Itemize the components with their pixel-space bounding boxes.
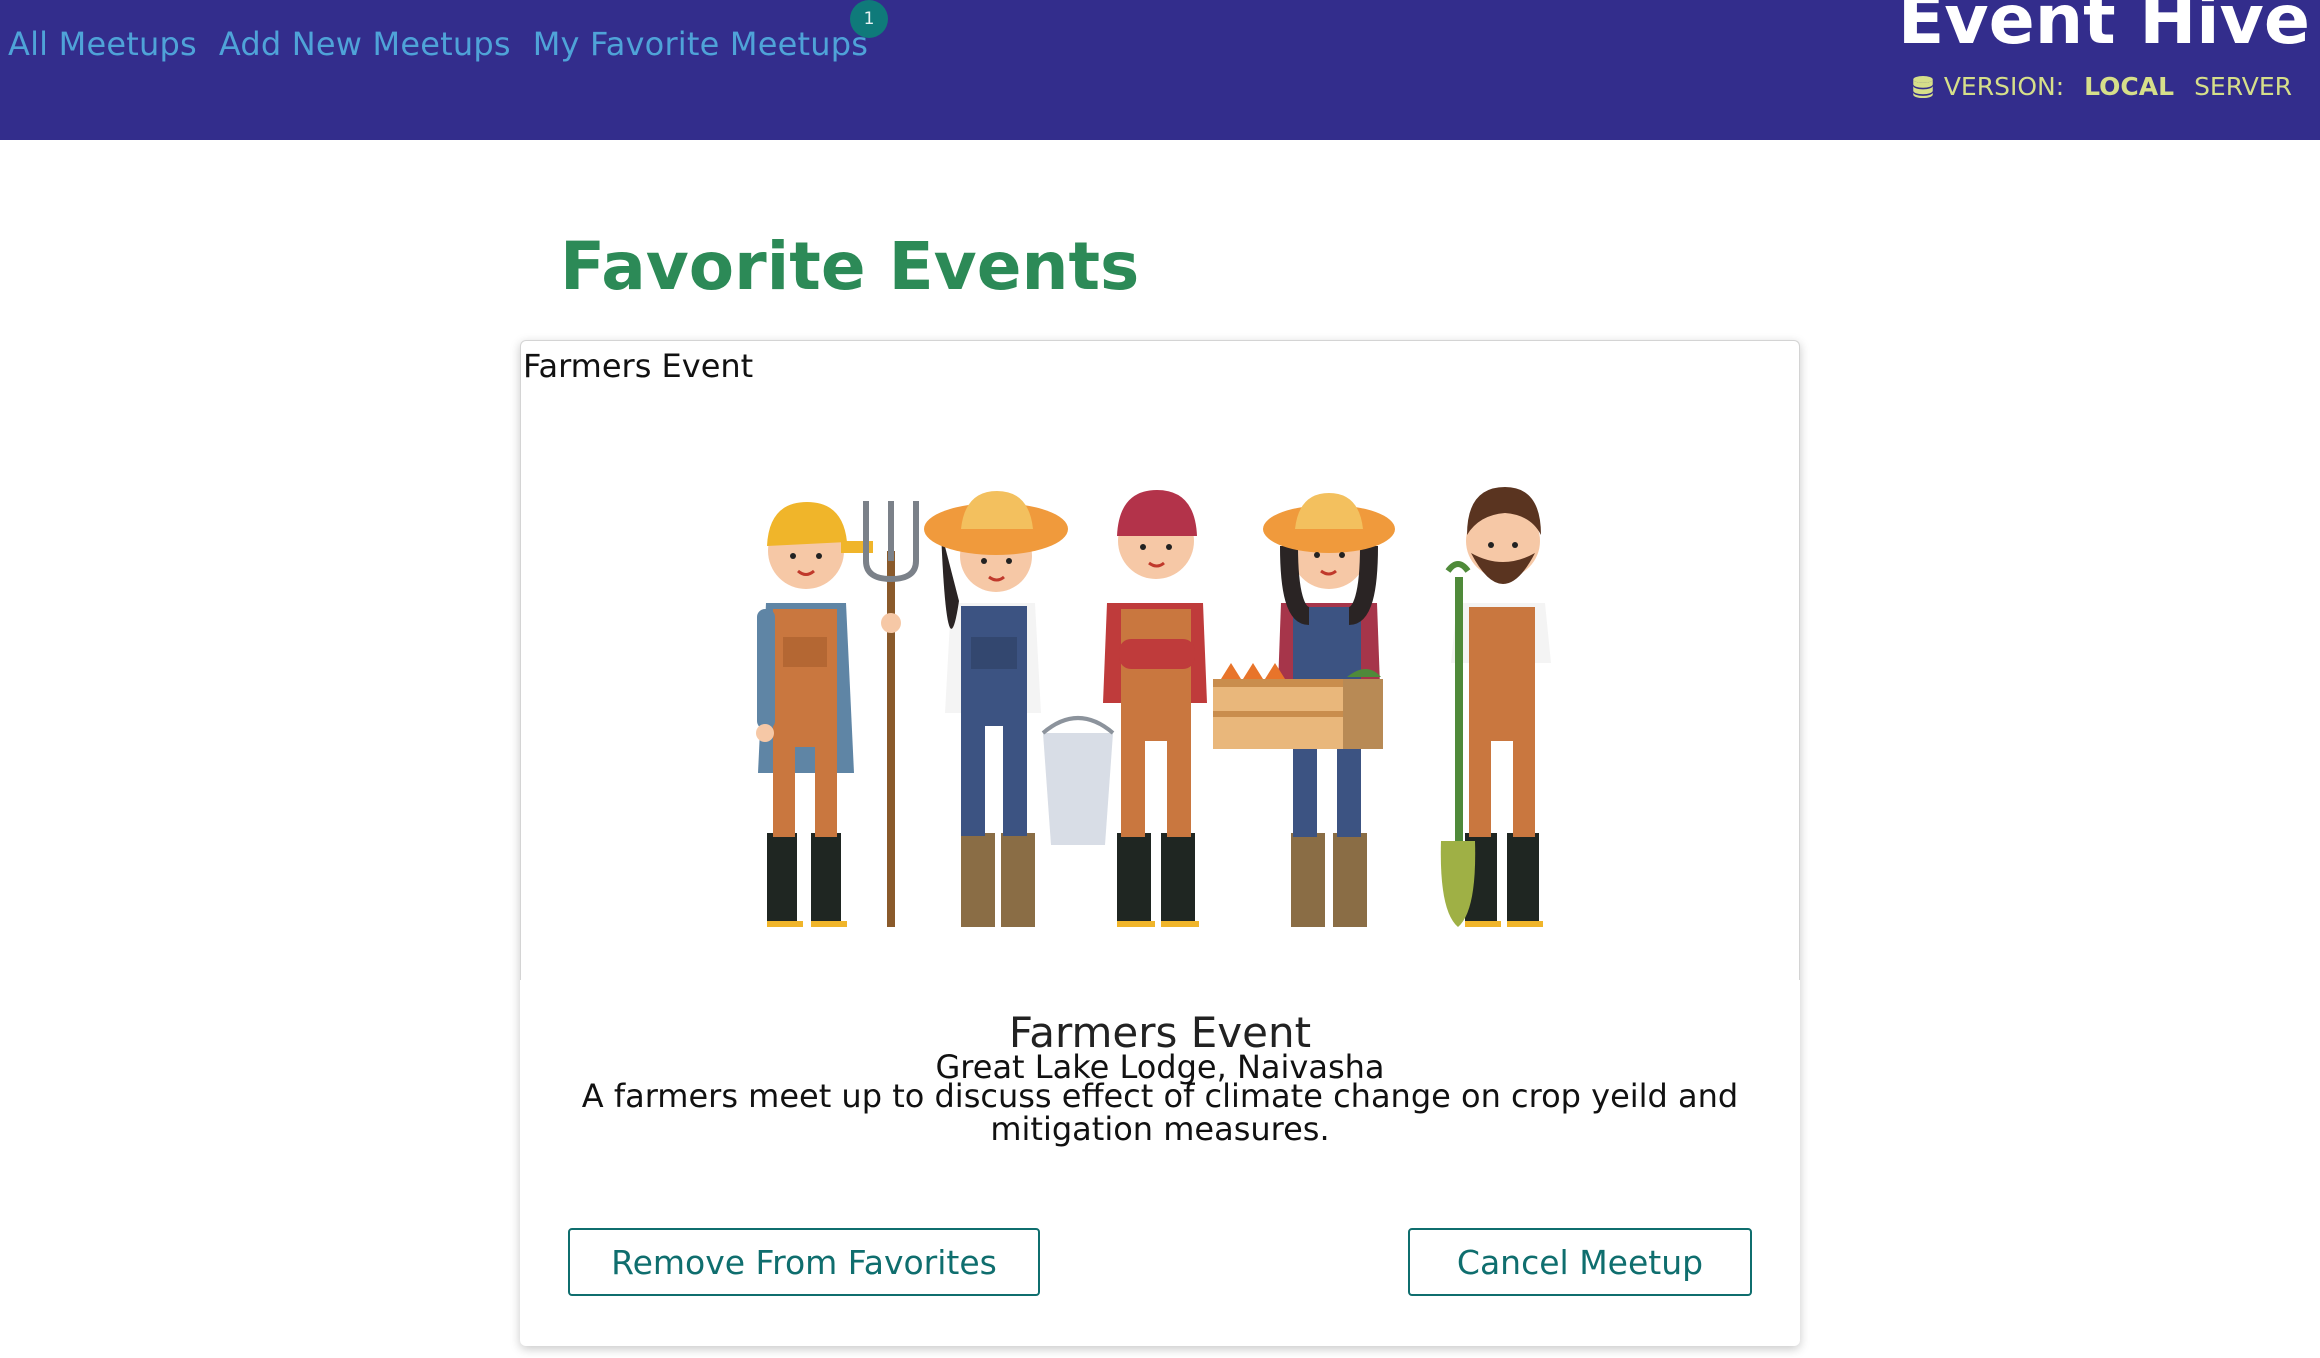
favorites-count-badge: 1 <box>850 0 889 38</box>
event-image: Farmers Event <box>520 340 1800 980</box>
nav-my-favorite-meetups[interactable]: My Favorite Meetups 1 <box>532 0 889 66</box>
version-indicator: VERSION: LOCAL SERVER <box>1910 70 2292 104</box>
farmer-4 <box>1213 493 1395 927</box>
farmer-3 <box>1103 490 1207 927</box>
farmers-illustration <box>756 487 1551 927</box>
version-label: VERSION: <box>1943 72 2065 101</box>
event-description: A farmers meet up to discuss effect of c… <box>581 1077 1739 1148</box>
version-server-option[interactable]: SERVER <box>2194 70 2292 104</box>
event-card: Farmers Event Farmers Event Great Lake L… <box>520 340 1800 1346</box>
remove-from-favorites-button[interactable]: Remove From Favorites <box>568 1228 1040 1296</box>
nav-my-favorite-meetups-label: My Favorite Meetups <box>532 25 869 63</box>
app-header: All Meetups Add New Meetups My Favorite … <box>0 0 2320 140</box>
nav-all-meetups[interactable]: All Meetups <box>8 22 197 66</box>
farmer-5 <box>1440 487 1551 927</box>
image-alt-text: Farmers Event <box>523 347 754 385</box>
version-local-option[interactable]: LOCAL <box>2084 70 2174 104</box>
cancel-meetup-button[interactable]: Cancel Meetup <box>1408 1228 1752 1296</box>
nav-add-new-meetups[interactable]: Add New Meetups <box>219 22 511 66</box>
database-icon <box>1913 75 1933 99</box>
farmer-2 <box>924 491 1115 927</box>
main-nav: All Meetups Add New Meetups My Favorite … <box>8 0 890 66</box>
page-title: Favorite Events <box>560 228 1140 305</box>
brand-logo-text[interactable]: Event Hive <box>1898 0 2310 62</box>
farmer-1 <box>756 501 919 927</box>
